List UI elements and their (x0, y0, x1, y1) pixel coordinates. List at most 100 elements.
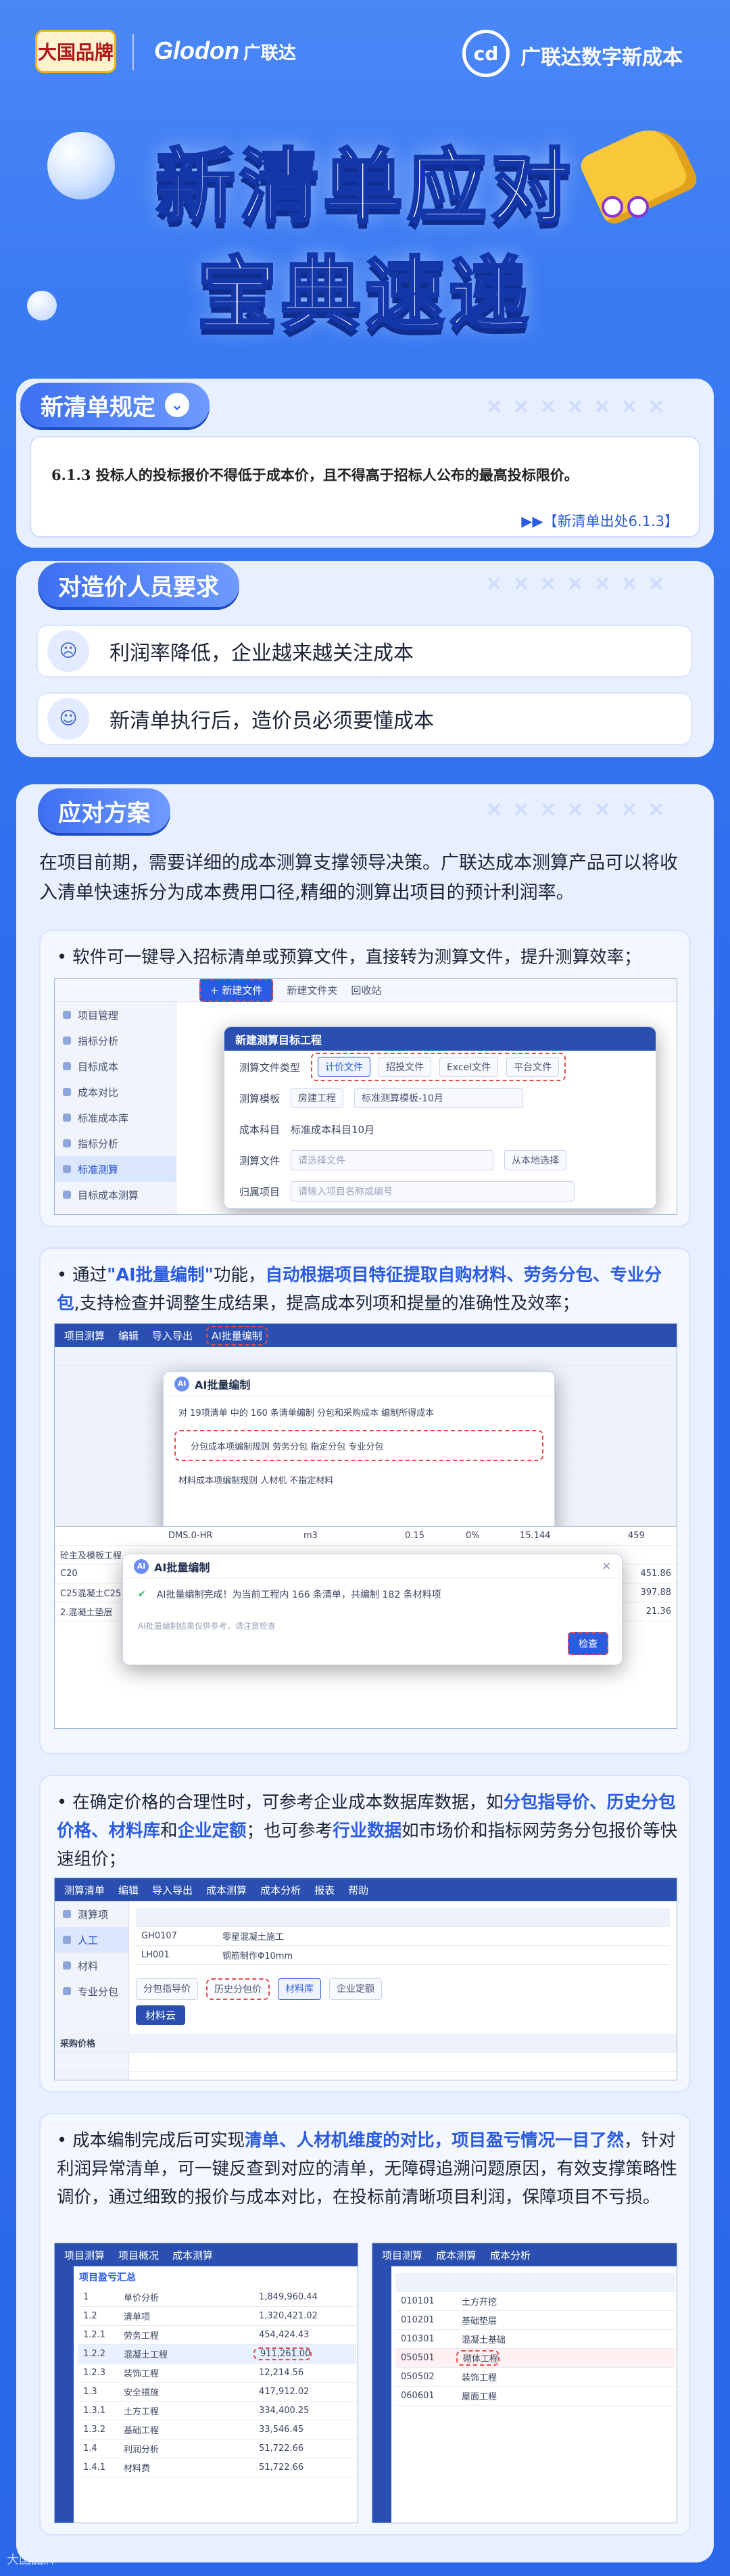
ai-icon: AI (134, 1558, 149, 1574)
menu-item[interactable]: 编辑 (118, 1329, 139, 1343)
menu-item[interactable]: 项目测算 (382, 2248, 422, 2262)
menu-item[interactable]: 成本分析 (260, 1883, 301, 1897)
tab-history-price[interactable]: 历史分包价 (206, 1978, 270, 2000)
new-folder-button[interactable]: 新建文件夹 (287, 983, 337, 997)
sidebar-item[interactable]: 项目管理 (55, 1002, 176, 1028)
menu-item[interactable]: 编辑 (118, 1883, 139, 1897)
radio-pricing-file[interactable]: 计价文件 (318, 1057, 371, 1077)
item-table: GH0107 零星混凝土施工 LH001 钢筋制作Φ10mm (136, 1908, 670, 1965)
check-icon: ✔ (138, 1589, 146, 1600)
compare-table: 010101 土方开挖 010201 基础垫层 010301 混凝土基础 050501… (395, 2273, 675, 2406)
screenshot-compare-detail: 项目测算 成本测算 成本分析 010101 土方开挖 010201 基础垫层 010… (372, 2243, 677, 2523)
decorative-crosses (487, 399, 664, 414)
requirement-text: 新清单执行后，造价员必须要懂成本 (110, 709, 434, 733)
tab-enterprise-quota[interactable]: 企业定额 (329, 1978, 382, 2000)
app-topbar: 项目测算 成本测算 成本分析 (372, 2243, 677, 2266)
project-label: 归属项目 (239, 1185, 281, 1198)
feature-card-reference: • 在确定价格的合理性时，可参考企业成本数据库数据，如分包指导价、历史分包价格、… (39, 1775, 691, 2093)
menu-item[interactable]: 项目测算 (64, 1329, 105, 1343)
menu-item[interactable]: 导入导出 (152, 1883, 193, 1897)
hero-title-line1: 新清单应对 (154, 139, 575, 235)
done-subtext: AI批量编制结果仅供参考，请注意检查 (138, 1621, 276, 1631)
menu-item[interactable]: 帮助 (348, 1883, 368, 1897)
radio-platform-file[interactable]: 平台文件 (506, 1057, 560, 1077)
app-topbar: 项目测算 编辑 导入导出 AI批量编制 (55, 1324, 677, 1347)
recycle-bin-button[interactable]: 回收站 (351, 983, 381, 997)
sidebar-item[interactable]: 指标分析 (55, 1028, 176, 1053)
new-project-dialog: 新建测算目标工程 测算文件类型 计价文件 招投文件 Excel文件 平台文件 测… (224, 1026, 656, 1209)
tree-item[interactable]: 专业分包 (55, 1978, 128, 2004)
menu-item[interactable]: 成本测算 (206, 1883, 247, 1897)
rule-text: 6.1.3 投标人的投标报价不得低于成本价，且不得高于招标人公布的最高投标限价。 (51, 467, 579, 483)
requirement-item: ☺ 新清单执行后，造价员必须要懂成本 (36, 692, 692, 745)
cost-subject-label: 成本科目 (239, 1123, 281, 1136)
smile-face-icon: ☺ (47, 698, 89, 740)
app-topbar: 项目测算 项目概况 成本测算 (55, 2243, 358, 2266)
menu-item[interactable]: 项目概况 (118, 2248, 159, 2262)
solution-intro: 在项目前期，需要详细的成本测算支撑领导决策。广联达成本测算产品可以将收入清单快速… (39, 853, 678, 903)
section-title-rules: 新清单规定 ⌄ (20, 383, 210, 427)
project-input[interactable]: 请输入项目名称或编号 (291, 1181, 575, 1201)
file-type-options: 计价文件 招投文件 Excel文件 平台文件 (311, 1053, 566, 1081)
menu-item[interactable]: 成本测算 (436, 2248, 477, 2262)
glodon-logo: Glodon 广联达 (154, 37, 296, 64)
template-select[interactable]: 标准测算模板-10月 (354, 1088, 524, 1108)
new-file-button[interactable]: + 新建文件 (199, 979, 274, 1002)
sidebar-item[interactable]: 目标成本 (55, 1053, 176, 1079)
template-label: 测算模板 (239, 1092, 281, 1105)
cd-logo-icon: cd (462, 30, 510, 77)
app-sidebar: 项目管理 指标分析 目标成本 成本对比 标准成本库 指标分析 标准测算 目标成本… (55, 1002, 176, 1214)
hero-title-line2: 宝典速递 (196, 247, 533, 343)
profit-table: 1 单价分析 1,849,960.44 1.2 清单项 1,320,421.02 1.2… (78, 2288, 356, 2477)
dialog-line: 对 19项清单 中的 160 条清单编制 分包和采购成本 编制所得成本 (178, 1408, 435, 1418)
screenshot-profit-summary: 项目测算 项目概况 成本测算 项目盈亏汇总 1 单价分析 1,849,960.44 … (54, 2243, 358, 2523)
menu-item[interactable]: 成本测算 (172, 2248, 213, 2262)
dialog-title: AI AI批量编制 (164, 1372, 554, 1396)
file-type-row: 测算文件类型 计价文件 招投文件 Excel文件 平台文件 (224, 1051, 656, 1082)
ai-batch-button[interactable]: AI批量编制 (206, 1325, 268, 1345)
material-cloud-logo: 材料云 (136, 2005, 186, 2025)
tab-subcontract-guide[interactable]: 分包指导价 (136, 1978, 198, 2000)
sidebar-item-active[interactable]: 标准测算 (55, 1156, 176, 1182)
glodon-cost-logo-text: 广联达数字新成本 (520, 46, 683, 70)
material-rule-row[interactable]: 材料成本项编制规则 人材机 不指定材料 (164, 1464, 554, 1495)
radio-bid-file[interactable]: 招投文件 (379, 1057, 432, 1077)
divider (132, 34, 134, 70)
tree-item[interactable]: 人工 (55, 1927, 128, 1953)
feature-text: • 成本编制完成后可实现清单、人材机维度的对比，项目盈亏情况一目了然，针对利润异… (57, 2130, 678, 2208)
screenshot-import: + 新建文件 新建文件夹 回收站 项目管理 指标分析 目标成本 成本对比 标准成… (54, 978, 677, 1215)
file-row: 测算文件 请选择文件 从本地选择 (224, 1145, 656, 1176)
decorative-crosses (487, 576, 664, 591)
template-type-select[interactable]: 房建工程 (291, 1088, 344, 1108)
local-select-button[interactable]: 从本地选择 (504, 1150, 567, 1170)
price-table: 采购价格 (55, 2034, 677, 2072)
menu-item[interactable]: 项目测算 (64, 2248, 105, 2262)
cost-subject-row: 成本科目 标准成本科目10月 (224, 1114, 656, 1145)
subcontract-rule-row[interactable]: 分包成本项编制规则 劳务分包 指定分包 专业分包 (174, 1430, 543, 1461)
tree-item[interactable]: 测算项 (55, 1901, 128, 1927)
sidebar-item[interactable]: 指标分析 (55, 1130, 176, 1156)
vertical-nav (55, 2266, 74, 2523)
sidebar-item[interactable]: 标准成本库 (55, 1105, 176, 1130)
close-icon[interactable]: ✕ (602, 1560, 611, 1573)
file-input[interactable]: 请选择文件 (291, 1150, 494, 1170)
section-title-requirements: 对造价人员要求 (38, 563, 239, 607)
sidebar-item[interactable]: 收入预计 (55, 1208, 176, 1214)
menu-item[interactable]: 成本分析 (490, 2248, 531, 2262)
sidebar-item[interactable]: 成本对比 (55, 1079, 176, 1105)
feature-text: • 软件可一键导入招标清单或预算文件，直接转为测算文件，提升测算效率； (57, 947, 641, 968)
feature-card-compare: • 成本编制完成后可实现清单、人材机维度的对比，项目盈亏情况一目了然，针对利润异… (39, 2113, 691, 2535)
dialog-title: 新建测算目标工程 (224, 1027, 656, 1051)
requirement-item: ☹ 利润率降低，企业越来越关注成本 (36, 625, 692, 677)
done-message: ✔ AI批量编制完成！为当前工程内 166 条清单，共编制 182 条材料项 (138, 1589, 441, 1600)
check-button[interactable]: 检查 (568, 1632, 608, 1655)
sidebar-item[interactable]: 目标成本测算 (55, 1182, 176, 1208)
menu-item[interactable]: 报表 (314, 1883, 335, 1897)
vertical-nav (372, 2266, 391, 2523)
rule-source-link[interactable]: ▶▶【新清单出处6.1.3】 (521, 510, 679, 531)
menu-item[interactable]: 测算清单 (64, 1883, 105, 1897)
radio-excel-file[interactable]: Excel文件 (439, 1057, 499, 1077)
tab-material-library[interactable]: 材料库 (278, 1978, 321, 2000)
menu-item[interactable]: 导入导出 (152, 1329, 193, 1343)
tree-item[interactable]: 材料 (55, 1953, 128, 1978)
